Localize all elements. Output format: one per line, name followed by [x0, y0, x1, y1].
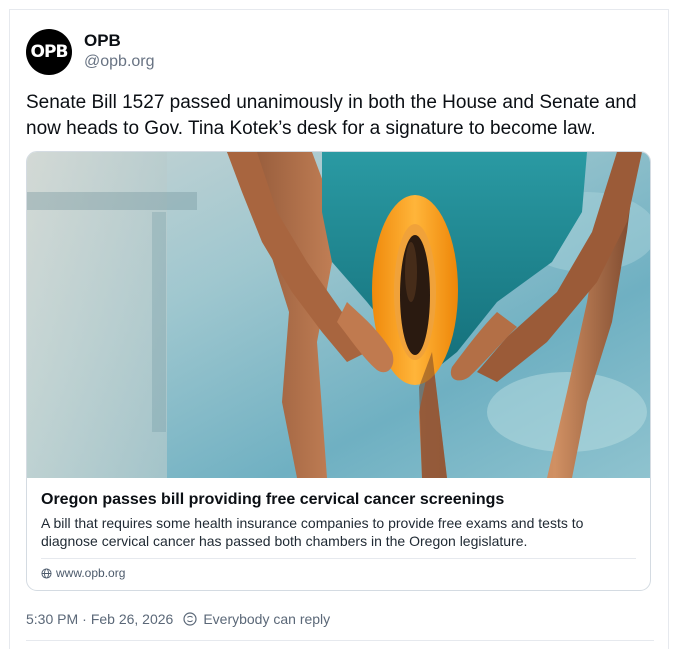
link-card-body: Oregon passes bill providing free cervic… — [27, 478, 650, 580]
avatar-logo: OPB — [30, 42, 69, 62]
globe-icon — [41, 567, 52, 579]
post-time[interactable]: 5:30 PM — [26, 611, 78, 627]
reply-settings-icon — [183, 612, 197, 626]
link-card-title[interactable]: Oregon passes bill providing free cervic… — [41, 490, 636, 510]
post[interactable]: OPB OPB @opb.org Senate Bill 1527 passed… — [26, 28, 654, 627]
link-card-domain-row: www.opb.org — [41, 566, 636, 580]
author-handle[interactable]: @opb.org — [84, 51, 155, 73]
bottom-divider — [26, 640, 654, 641]
link-card[interactable]: Oregon passes bill providing free cervic… — [26, 151, 651, 591]
post-meta: 5:30 PM · Feb 26, 2026 Everybody can rep… — [26, 611, 654, 627]
post-header: OPB OPB @opb.org — [26, 28, 654, 80]
avatar[interactable]: OPB — [26, 29, 72, 75]
link-card-divider — [41, 558, 636, 559]
link-card-domain: www.opb.org — [56, 566, 126, 580]
post-text: Senate Bill 1527 passed unanimously in b… — [26, 92, 637, 139]
author-names: OPB @opb.org — [84, 28, 155, 73]
post-date[interactable]: Feb 26, 2026 — [91, 611, 174, 627]
meta-separator: · — [82, 611, 87, 627]
author-display-name[interactable]: OPB — [84, 30, 155, 51]
link-card-description: A bill that requires some health insuran… — [41, 515, 584, 549]
reply-setting[interactable]: Everybody can reply — [203, 611, 330, 627]
card-photo-illustration — [27, 152, 650, 478]
link-card-image[interactable] — [27, 152, 650, 478]
post-frame: OPB OPB @opb.org Senate Bill 1527 passed… — [9, 9, 669, 649]
